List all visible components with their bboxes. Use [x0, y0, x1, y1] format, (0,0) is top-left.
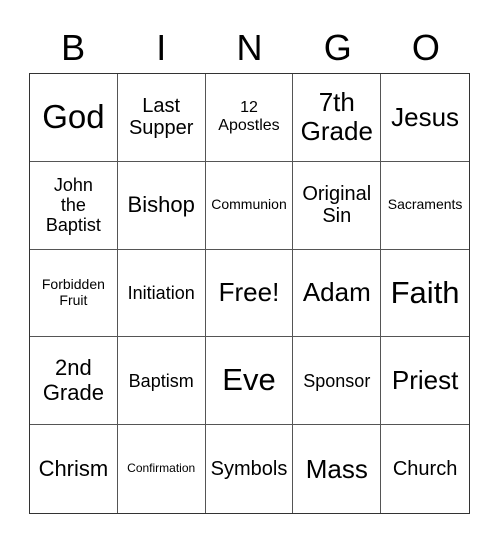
bingo-cell[interactable]: Forbidden Fruit — [30, 249, 118, 338]
bingo-cell[interactable]: Eve — [205, 337, 294, 426]
bingo-cell-text: Adam — [302, 277, 371, 308]
bingo-cell[interactable]: Initiation — [117, 249, 206, 338]
bingo-cell-text: Forbidden Fruit — [41, 276, 105, 308]
bingo-cell-text: Original Sin — [302, 182, 372, 228]
bingo-cell[interactable]: Baptism — [117, 337, 206, 426]
bingo-cell[interactable]: Sponsor — [293, 337, 382, 426]
bingo-cell[interactable]: Free! — [205, 249, 294, 338]
bingo-cell[interactable]: 12 Apostles — [205, 74, 294, 162]
bingo-cell[interactable]: God — [30, 74, 118, 162]
bingo-cell-text: Priest — [391, 365, 459, 396]
bingo-cell-text: Last Supper — [128, 95, 194, 140]
bingo-cell-text: Sponsor — [303, 370, 371, 391]
bingo-cell-text: Bishop — [127, 191, 195, 217]
header-letter-b: B — [61, 27, 86, 68]
bingo-cell-text: 2nd Grade — [42, 355, 104, 405]
bingo-cell[interactable]: Communion — [205, 161, 294, 250]
header-letter-n: N — [236, 27, 263, 68]
bingo-cell[interactable]: Original Sin — [293, 161, 382, 250]
bingo-cell-text: Eve — [222, 362, 276, 398]
bingo-cell[interactable]: Last Supper — [117, 74, 206, 162]
bingo-cell-text: Sacraments — [387, 196, 463, 213]
bingo-cell-text: Faith — [390, 274, 460, 310]
bingo-cell-text: Free! — [218, 277, 280, 308]
bingo-cell-text: Communion — [211, 196, 287, 213]
bingo-cell[interactable]: Jesus — [381, 74, 469, 162]
bingo-cell-text: Confirmation — [127, 461, 196, 476]
bingo-card-grid: God Last Supper 12 Apostles 7th Grade Jesus J… — [29, 73, 470, 514]
bingo-cell-text: Chrism — [38, 455, 109, 481]
bingo-cell[interactable]: Adam — [293, 249, 382, 338]
bingo-cell[interactable]: Sacraments — [381, 162, 469, 250]
bingo-cell-text: John the Baptist — [45, 174, 101, 236]
bingo-cell[interactable]: 7th Grade — [293, 74, 382, 162]
bingo-cell-text: God — [42, 97, 105, 135]
bingo-header: B I N G O — [29, 24, 470, 72]
bingo-cell-text: Church — [392, 457, 458, 480]
header-letter-o: O — [411, 27, 440, 68]
header-letter-i: I — [156, 27, 167, 68]
bingo-cell-text: Baptism — [128, 370, 194, 391]
bingo-cell[interactable]: Church — [381, 425, 469, 513]
bingo-cell[interactable]: Confirmation — [118, 425, 206, 513]
bingo-cell[interactable]: Symbols — [206, 425, 294, 513]
bingo-cell[interactable]: John the Baptist — [30, 161, 118, 250]
bingo-cell-text: Symbols — [210, 457, 288, 480]
header-letter-g: G — [323, 27, 352, 68]
bingo-cell-text: 12 Apostles — [218, 99, 280, 135]
bingo-cell-text: Initiation — [127, 282, 195, 303]
bingo-cell-text: Mass — [305, 453, 368, 484]
bingo-cell[interactable]: 2nd Grade — [30, 337, 118, 426]
bingo-cell[interactable]: Bishop — [117, 161, 206, 250]
bingo-cell[interactable]: Chrism — [30, 425, 118, 513]
bingo-cell-text: 7th Grade — [300, 87, 373, 147]
bingo-cell[interactable]: Faith — [381, 250, 469, 338]
bingo-cell-text: Jesus — [391, 101, 460, 132]
bingo-cell[interactable]: Priest — [381, 337, 469, 426]
bingo-cell[interactable]: Mass — [293, 425, 382, 513]
